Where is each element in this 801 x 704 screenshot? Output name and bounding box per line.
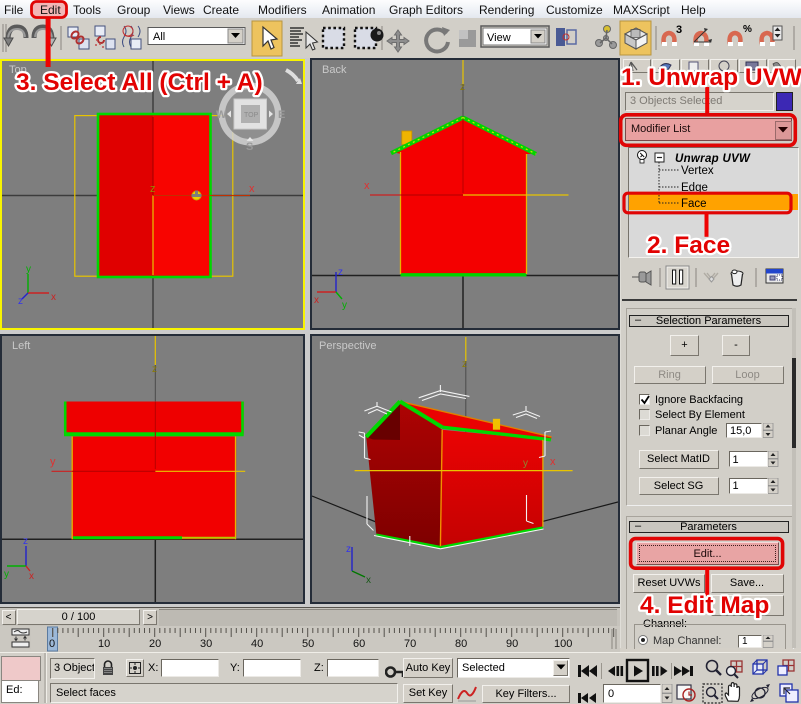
svg-text:x: x xyxy=(366,575,371,586)
svg-text:y: y xyxy=(523,458,528,469)
svg-text:Back: Back xyxy=(322,64,347,76)
svg-text:View: View xyxy=(487,32,511,44)
svg-text:Unwrap UVW: Unwrap UVW xyxy=(675,153,751,165)
svg-text:S: S xyxy=(246,141,253,153)
svg-text:50: 50 xyxy=(302,638,314,650)
svg-text:x: x xyxy=(51,292,56,303)
svg-text:E: E xyxy=(278,109,285,121)
svg-text:TOP: TOP xyxy=(244,112,259,119)
svg-text:z: z xyxy=(346,544,351,555)
svg-text:Edge: Edge xyxy=(681,182,708,194)
svg-text:Vertex: Vertex xyxy=(681,165,714,177)
svg-text:Map Channel:: Map Channel: xyxy=(653,635,722,647)
svg-text:x: x xyxy=(364,180,370,192)
svg-text:Top: Top xyxy=(9,64,27,76)
svg-text:x: x xyxy=(29,571,34,582)
svg-text:0: 0 xyxy=(49,638,55,650)
svg-text:70: 70 xyxy=(404,638,416,650)
svg-text:All: All xyxy=(153,31,165,43)
svg-text:Face: Face xyxy=(681,198,707,210)
svg-text:z: z xyxy=(18,296,23,307)
svg-text:z: z xyxy=(150,183,156,195)
svg-text:10: 10 xyxy=(98,638,110,650)
svg-text:30: 30 xyxy=(200,638,212,650)
svg-text:W: W xyxy=(216,109,227,121)
svg-text:100: 100 xyxy=(554,638,572,650)
svg-text:z: z xyxy=(460,82,465,93)
svg-text:y: y xyxy=(342,300,347,311)
svg-text:Left: Left xyxy=(12,340,30,352)
svg-text:x: x xyxy=(314,295,319,306)
svg-text:z: z xyxy=(338,267,343,278)
svg-text:y: y xyxy=(26,264,31,275)
svg-text:Perspective: Perspective xyxy=(319,340,376,352)
svg-text:20: 20 xyxy=(149,638,161,650)
svg-text:z: z xyxy=(23,536,28,547)
svg-text:y: y xyxy=(4,569,9,580)
svg-text:x: x xyxy=(550,456,556,468)
svg-text:3: 3 xyxy=(676,24,682,36)
svg-text:x: x xyxy=(249,183,255,195)
svg-text:90: 90 xyxy=(506,638,518,650)
svg-text:z: z xyxy=(462,359,467,370)
svg-text:40: 40 xyxy=(251,638,263,650)
svg-text:80: 80 xyxy=(455,638,467,650)
svg-text:z: z xyxy=(152,364,157,375)
svg-text:y: y xyxy=(50,456,56,468)
svg-text:%: % xyxy=(743,24,752,35)
svg-text:60: 60 xyxy=(353,638,365,650)
